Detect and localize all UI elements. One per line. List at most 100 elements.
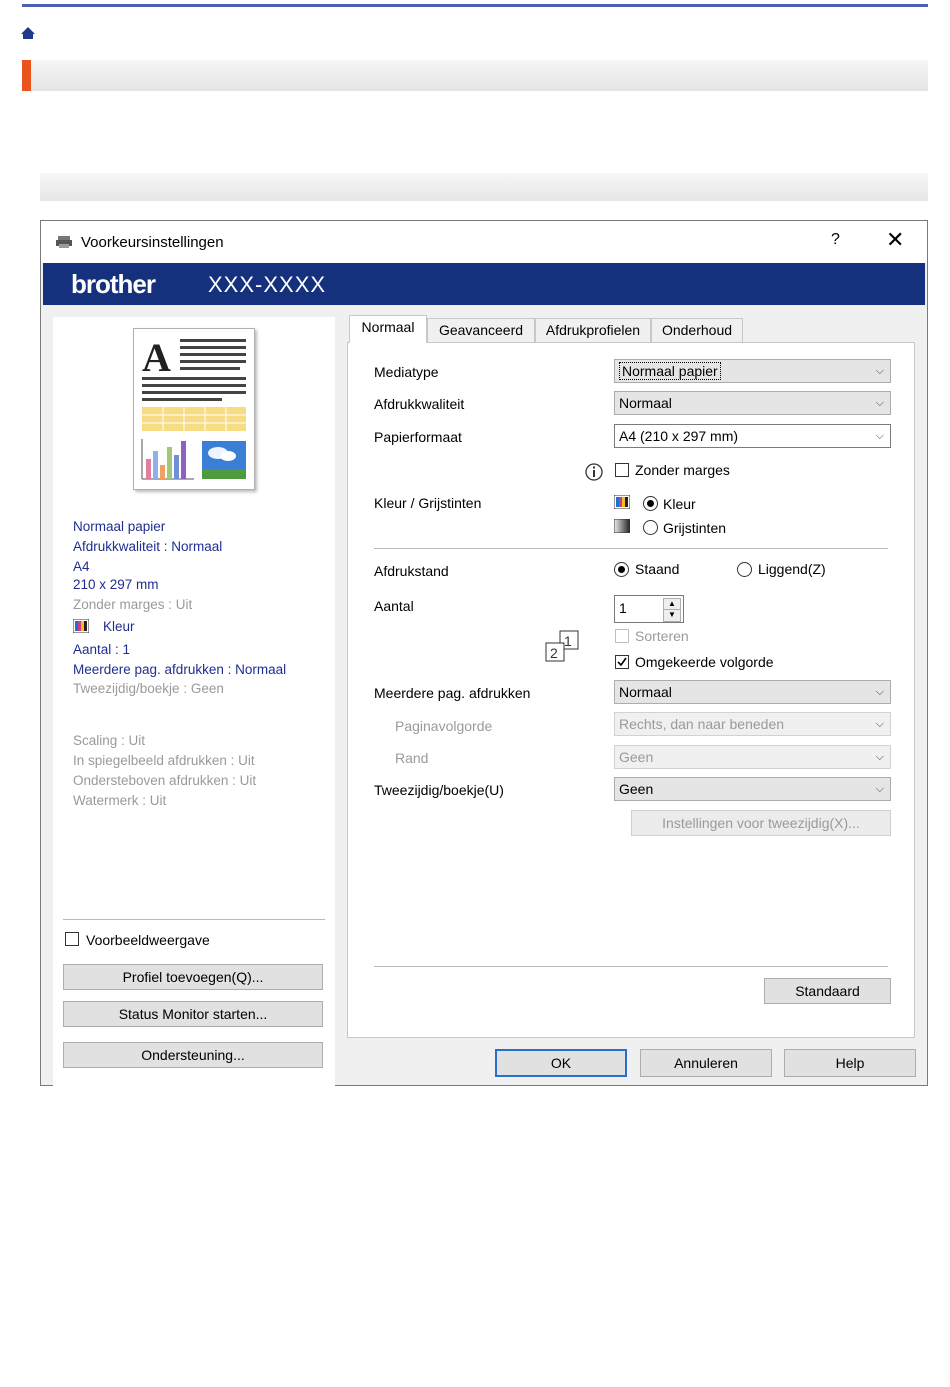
copies-value: 1 [619, 600, 627, 616]
chevron-down-icon: ⌵ [875, 751, 884, 763]
duplex-select[interactable]: Geen ⌵ [614, 777, 891, 801]
chevron-down-icon: ⌵ [875, 783, 884, 795]
color-radio[interactable] [643, 496, 658, 511]
svg-text:A: A [142, 335, 171, 380]
color-mode-label: Kleur / Grijstinten [374, 495, 482, 511]
left-divider [63, 919, 325, 920]
model-name: XXX-XXXX [208, 272, 327, 297]
summary-duplex: Tweezijdig/boekje : Geen [73, 681, 224, 696]
page-heading-bar [22, 60, 928, 91]
multipage-label: Meerdere pag. afdrukken [374, 685, 531, 701]
grayscale-radio-label: Grijstinten [663, 520, 727, 536]
tab-onderhoud[interactable]: Onderhoud [651, 318, 743, 342]
stepper-down-icon[interactable]: ▼ [663, 609, 681, 622]
bottom-divider [374, 966, 888, 967]
border-label: Rand [395, 750, 429, 766]
support-button[interactable]: Ondersteuning... [63, 1042, 323, 1068]
help-icon[interactable]: ? [831, 231, 840, 249]
summary-mirror: In spiegelbeeld afdrukken : Uit [73, 753, 255, 768]
subheading-bar [40, 173, 928, 201]
duplex-value: Geen [619, 781, 654, 797]
border-select[interactable]: Geen ⌵ [614, 745, 891, 769]
landscape-label: Liggend(Z) [758, 561, 826, 577]
quality-label: Afdrukkwaliteit [374, 396, 465, 412]
collate-pages-icon: 1 2 [545, 630, 579, 662]
title-bar: Voorkeursinstellingen ? ✕ [41, 221, 927, 263]
tab-geavanceerd[interactable]: Geavanceerd [427, 318, 535, 342]
summary-watermark: Watermerk : Uit [73, 793, 167, 808]
dialog-title: Voorkeursinstellingen [81, 234, 224, 251]
duplex-label: Tweezijdig/boekje(U) [374, 782, 504, 798]
reverse-order-label: Omgekeerde volgorde [635, 654, 774, 670]
mediatype-select[interactable]: Normaal papier ⌵ [614, 359, 891, 383]
status-monitor-button[interactable]: Status Monitor starten... [63, 1001, 323, 1027]
paper-size-label: Papierformaat [374, 429, 462, 445]
info-icon[interactable] [584, 462, 604, 482]
grayscale-radio[interactable] [643, 520, 658, 535]
borderless-checkbox[interactable] [615, 463, 629, 477]
summary-scaling: Scaling : Uit [73, 733, 146, 748]
color-mode-icon [73, 619, 89, 633]
duplex-settings-button[interactable]: Instellingen voor tweezijdig(X)... [631, 810, 891, 836]
checkmark-icon [617, 657, 627, 667]
reverse-order-checkbox[interactable] [615, 655, 629, 669]
preview-checkbox-label: Voorbeeldweergave [86, 932, 210, 948]
copies-stepper[interactable]: 1 ▲ ▼ [614, 595, 684, 623]
portrait-radio[interactable] [614, 562, 629, 577]
brother-logo: brother [71, 269, 156, 299]
tab-normaal[interactable]: Normaal [349, 315, 427, 343]
tab-afdrukprofielen[interactable]: Afdrukprofielen [535, 318, 651, 342]
mediatype-value: Normaal papier [619, 362, 721, 380]
cancel-button[interactable]: Annuleren [640, 1049, 772, 1077]
quality-select[interactable]: Normaal ⌵ [614, 391, 891, 415]
landscape-radio[interactable] [737, 562, 752, 577]
page-order-select[interactable]: Rechts, dan naar beneden ⌵ [614, 712, 891, 736]
home-icon[interactable] [20, 25, 36, 41]
borderless-label: Zonder marges [635, 462, 730, 478]
preview-illustration: A [141, 335, 246, 480]
color-icon [614, 495, 630, 509]
summary-multipage: Meerdere pag. afdrukken : Normaal [73, 662, 287, 677]
page-order-value: Rechts, dan naar beneden [619, 716, 785, 732]
brand-bar: brother XXX-XXXX [43, 263, 925, 305]
multipage-value: Normaal [619, 684, 672, 700]
summary-size: A4 [73, 559, 90, 574]
preview-checkbox[interactable] [65, 932, 79, 946]
help-button[interactable]: Help [784, 1049, 916, 1077]
quality-value: Normaal [619, 395, 672, 411]
chevron-down-icon: ⌵ [875, 686, 884, 698]
section-divider [374, 548, 888, 549]
summary-quality: Afdrukkwaliteit : Normaal [73, 539, 223, 554]
border-value: Geen [619, 749, 654, 765]
grayscale-icon [614, 519, 630, 533]
paper-size-select[interactable]: A4 (210 x 297 mm) ⌵ [614, 424, 891, 448]
tab-panel-normaal: Mediatype Normaal papier ⌵ Afdrukkwalite… [347, 342, 915, 1038]
summary-borderless: Zonder marges : Uit [73, 597, 193, 612]
mediatype-label: Mediatype [374, 364, 439, 380]
svg-text:1: 1 [564, 633, 572, 649]
chevron-down-icon: ⌵ [875, 397, 884, 409]
chevron-down-icon: ⌵ [875, 718, 884, 730]
multipage-select[interactable]: Normaal ⌵ [614, 680, 891, 704]
default-button[interactable]: Standaard [764, 978, 891, 1004]
portrait-label: Staand [635, 561, 680, 577]
summary-color: Kleur [103, 619, 135, 634]
close-icon[interactable]: ✕ [886, 227, 904, 253]
top-line [22, 4, 928, 7]
color-radio-label: Kleur [663, 496, 696, 512]
orientation-label: Afdrukstand [374, 563, 449, 579]
paper-size-value: A4 (210 x 297 mm) [619, 428, 739, 444]
printer-icon [56, 236, 72, 248]
collate-label: Sorteren [635, 628, 689, 644]
ok-button[interactable]: OK [495, 1049, 627, 1077]
add-profile-button[interactable]: Profiel toevoegen(Q)... [63, 964, 323, 990]
chevron-down-icon: ⌵ [875, 430, 884, 442]
collate-checkbox[interactable] [615, 629, 629, 643]
page-preview: A [133, 328, 255, 490]
summary-copies: Aantal : 1 [73, 642, 131, 657]
print-preferences-dialog: Voorkeursinstellingen ? ✕ brother XXX-XX… [40, 220, 928, 1087]
page-order-label: Paginavolgorde [395, 718, 493, 734]
heading-accent [22, 60, 31, 91]
summary-media: Normaal papier [73, 519, 166, 534]
summary-dims: 210 x 297 mm [73, 577, 159, 592]
